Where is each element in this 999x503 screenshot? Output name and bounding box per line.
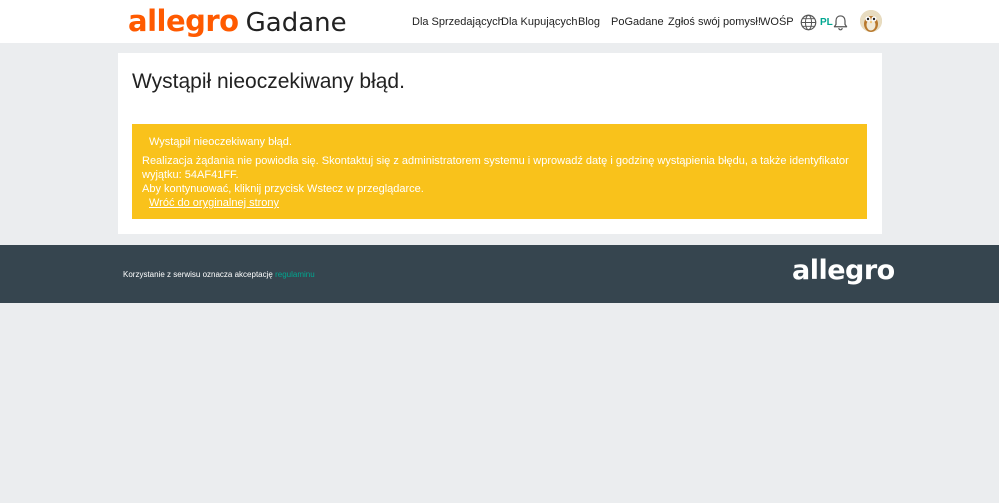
error-card: Wystąpił nieoczekiwany błąd. Wystąpił ni…	[118, 53, 882, 234]
terms-link[interactable]: regulaminu	[275, 270, 315, 279]
alert-message: Realizacja żądania nie powiodła się. Sko…	[142, 155, 849, 181]
footer-terms-text: Korzystanie z serwisu oznacza akceptację	[123, 270, 273, 279]
nav-wosp[interactable]: WOŚP	[760, 16, 794, 28]
footer: Korzystanie z serwisu oznacza akceptację…	[0, 245, 999, 303]
back-to-original-link[interactable]: Wróć do oryginalnej strony	[149, 196, 279, 210]
nav-zglos-pomysl[interactable]: Zgłoś swój pomysł!	[668, 16, 761, 28]
error-alert: Wystąpił nieoczekiwany błąd. Realizacja …	[132, 124, 867, 219]
footer-terms: Korzystanie z serwisu oznacza akceptację…	[123, 270, 315, 279]
language-selector[interactable]: PL	[820, 17, 833, 28]
page-title: Wystąpił nieoczekiwany błąd.	[132, 70, 405, 93]
nav-pogadane[interactable]: PoGadane	[611, 16, 664, 28]
alert-back-instruction: Aby kontynuować, kliknij przycisk Wstecz…	[142, 183, 424, 195]
alert-title: Wystąpił nieoczekiwany błąd.	[149, 136, 292, 148]
globe-icon[interactable]	[800, 14, 817, 31]
owl-avatar-icon	[860, 10, 882, 32]
bell-icon[interactable]	[833, 14, 848, 31]
nav-blog[interactable]: Blog	[578, 16, 600, 28]
nav-dla-sprzedajacych[interactable]: Dla Sprzedających	[412, 16, 504, 28]
top-header: allegro Gadane Dla Sprzedających Dla Kup…	[0, 0, 999, 43]
main-nav: Dla Sprzedających Dla Kupujących Blog Po…	[0, 0, 999, 43]
footer-allegro-logo[interactable]: allegro	[792, 255, 895, 286]
nav-dla-kupujacych[interactable]: Dla Kupujących	[501, 16, 577, 28]
user-avatar[interactable]	[860, 10, 882, 32]
